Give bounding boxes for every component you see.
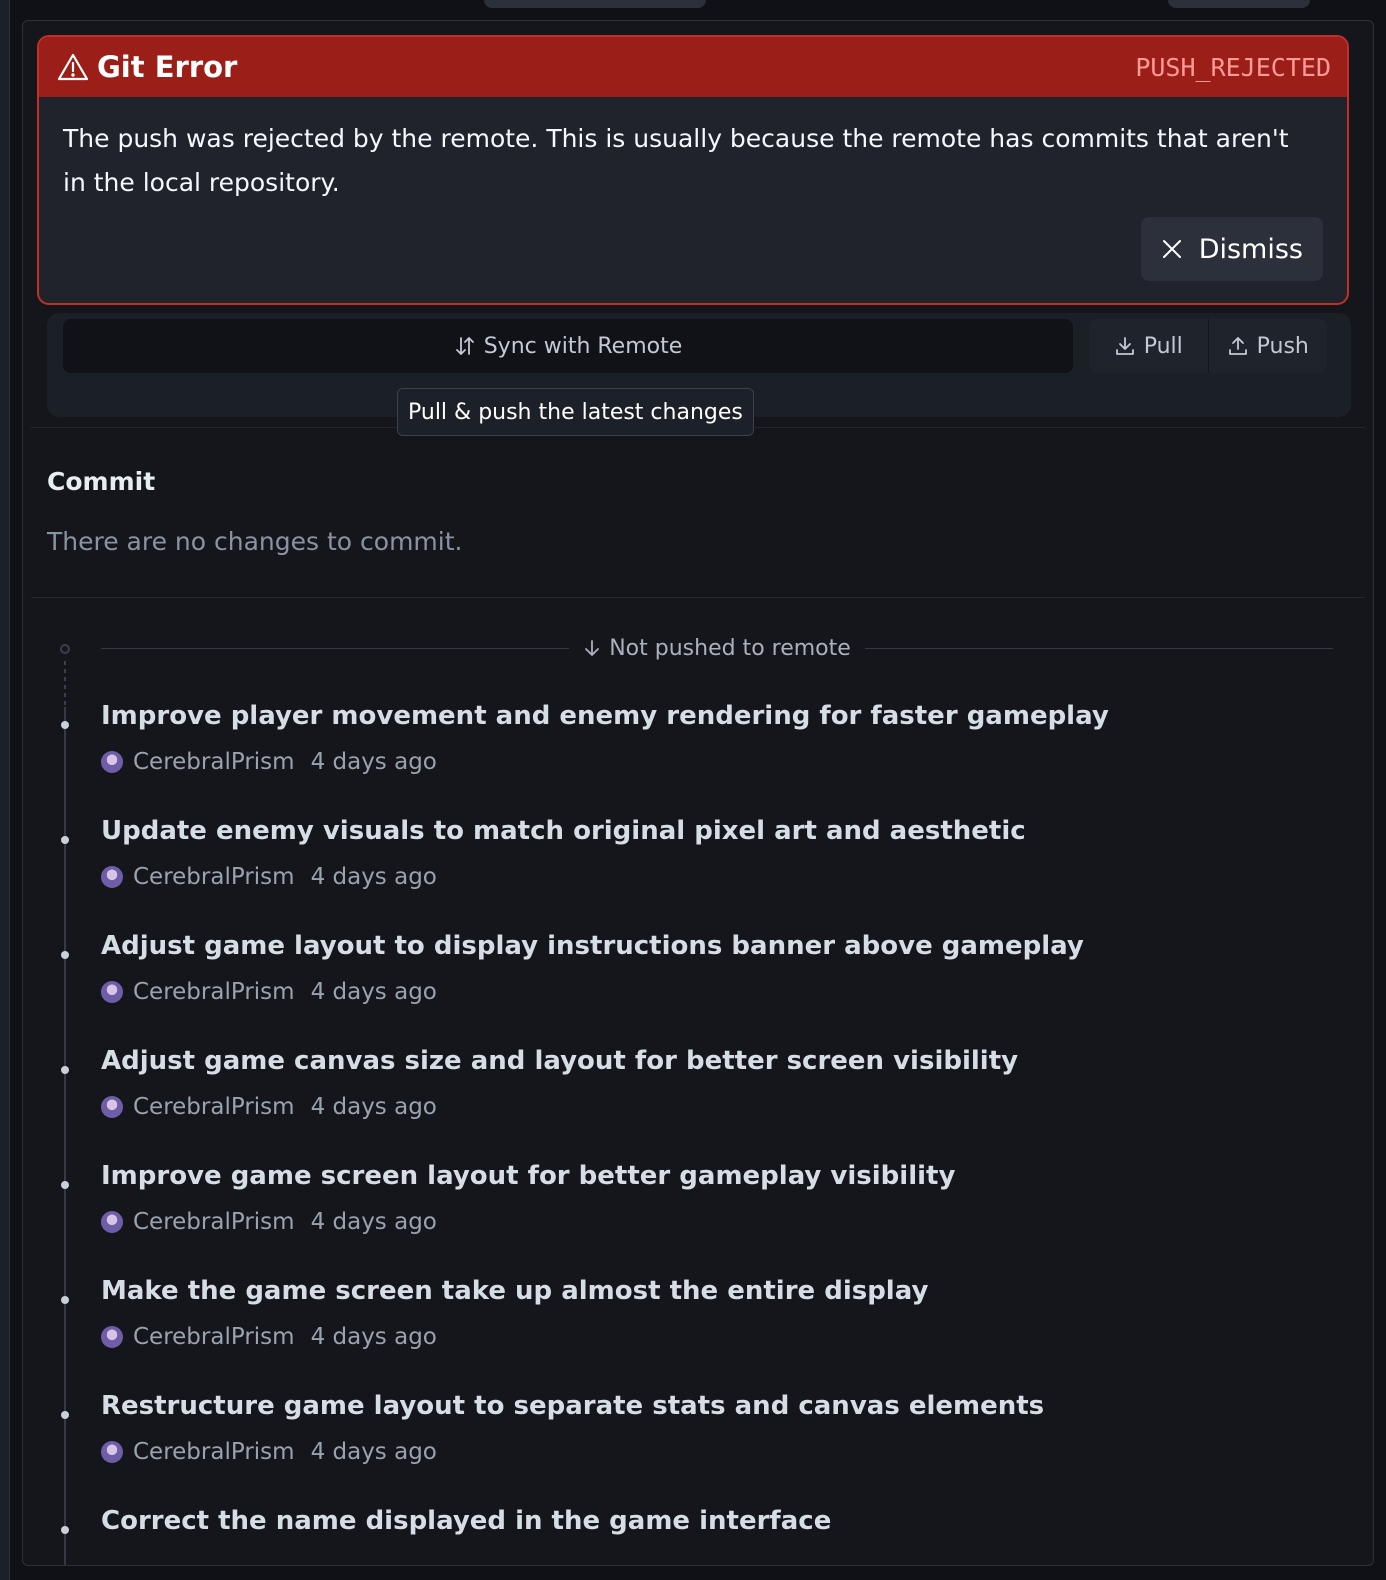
commit-meta: CerebralPrism 4 days ago: [101, 1324, 437, 1350]
top-tab-stub: [1168, 0, 1310, 8]
pull-label: Pull: [1143, 333, 1183, 359]
not-pushed-separator: Not pushed to remote: [101, 633, 1334, 663]
commit-dot: [61, 1411, 69, 1419]
push-label: Push: [1256, 333, 1309, 359]
commit-item[interactable]: Correct the name displayed in the game i…: [23, 1506, 1373, 1565]
section-divider: [31, 597, 1365, 598]
commit-meta: CerebralPrism 4 days ago: [101, 1209, 437, 1235]
sync-label: Sync with Remote: [483, 333, 683, 359]
commit-item[interactable]: Make the game screen take up almost the …: [23, 1276, 1373, 1392]
commit-message: Restructure game layout to separate stat…: [101, 1391, 1045, 1421]
error-code: PUSH_REJECTED: [1135, 52, 1331, 82]
error-header: Git Error PUSH_REJECTED: [39, 37, 1347, 97]
commit-author: CerebralPrism: [133, 1094, 295, 1120]
commit-message: Improve player movement and enemy render…: [101, 701, 1109, 731]
error-title-group: Git Error: [57, 50, 237, 84]
avatar: [101, 751, 123, 773]
commit-item[interactable]: Update enemy visuals to match original p…: [23, 816, 1373, 932]
download-icon: [1115, 337, 1134, 355]
arrow-down-icon: [585, 640, 600, 656]
close-icon: [1162, 240, 1181, 258]
left-edge-panel: [0, 0, 10, 1580]
pull-push-group: Pull Push: [1089, 319, 1327, 373]
avatar: [101, 1096, 123, 1118]
commit-message: Correct the name displayed in the game i…: [101, 1506, 832, 1536]
no-changes-message: There are no changes to commit.: [47, 527, 463, 556]
commit-author: CerebralPrism: [133, 749, 295, 775]
commit-time: 4 days ago: [310, 1324, 437, 1350]
commit-meta: CerebralPrism 4 days ago: [101, 749, 437, 775]
sync-with-remote-button[interactable]: Sync with Remote: [63, 319, 1073, 373]
commit-meta: CerebralPrism 4 days ago: [101, 1439, 437, 1465]
dismiss-label: Dismiss: [1198, 233, 1303, 265]
push-button[interactable]: Push: [1207, 319, 1328, 373]
dismiss-button[interactable]: Dismiss: [1140, 217, 1323, 281]
commit-author: CerebralPrism: [133, 864, 295, 890]
commit-time: 4 days ago: [310, 1439, 437, 1465]
separator-label-group: Not pushed to remote: [583, 636, 851, 661]
commit-item[interactable]: Improve player movement and enemy render…: [23, 701, 1373, 817]
commit-message: Update enemy visuals to match original p…: [101, 816, 1026, 846]
avatar: [101, 1326, 123, 1348]
commit-item[interactable]: Restructure game layout to separate stat…: [23, 1391, 1373, 1507]
commit-message: Adjust game layout to display instructio…: [101, 931, 1084, 961]
commit-time: 4 days ago: [310, 1094, 437, 1120]
warning-icon: [57, 53, 89, 81]
timeline-start-node: [60, 644, 70, 654]
error-message: The push was rejected by the remote. Thi…: [63, 124, 1289, 197]
git-error-dialog: Git Error PUSH_REJECTED The push was rej…: [37, 35, 1349, 305]
separator-line: [101, 647, 570, 649]
commit-dot: [61, 1526, 69, 1534]
avatar: [101, 1211, 123, 1233]
upload-icon: [1228, 337, 1247, 355]
commit-message: Improve game screen layout for better ga…: [101, 1161, 956, 1191]
separator-label: Not pushed to remote: [609, 635, 851, 661]
commit-author: CerebralPrism: [133, 979, 295, 1005]
sync-arrows-icon: [455, 337, 474, 355]
commit-author: CerebralPrism: [133, 1209, 295, 1235]
commit-time: 4 days ago: [310, 749, 437, 775]
commit-dot: [61, 1296, 69, 1304]
pull-button[interactable]: Pull: [1089, 319, 1208, 373]
commit-author: CerebralPrism: [133, 1324, 295, 1350]
commit-dot: [61, 951, 69, 959]
commit-time: 4 days ago: [310, 864, 437, 890]
avatar: [101, 981, 123, 1003]
error-title: Git Error: [97, 50, 238, 84]
commit-message: Make the game screen take up almost the …: [101, 1276, 929, 1306]
commit-message: Adjust game canvas size and layout for b…: [101, 1046, 1019, 1076]
commit-dot: [61, 1066, 69, 1074]
commit-item[interactable]: Adjust game canvas size and layout for b…: [23, 1046, 1373, 1162]
commit-author: CerebralPrism: [133, 1439, 295, 1465]
commit-dot: [61, 1181, 69, 1189]
commit-item[interactable]: Adjust game layout to display instructio…: [23, 931, 1373, 1047]
top-tab-stub: [484, 0, 706, 8]
commit-meta: CerebralPrism 4 days ago: [101, 1094, 437, 1120]
timeline-dashed-segment: [64, 657, 66, 707]
separator-line: [864, 647, 1334, 649]
commit-dot: [61, 836, 69, 844]
commit-item[interactable]: Improve game screen layout for better ga…: [23, 1161, 1373, 1277]
avatar: [101, 866, 123, 888]
commit-section-title: Commit: [47, 467, 156, 496]
avatar: [101, 1441, 123, 1463]
commit-time: 4 days ago: [310, 1209, 437, 1235]
commit-meta: CerebralPrism 4 days ago: [101, 979, 437, 1005]
commit-time: 4 days ago: [310, 979, 437, 1005]
commit-dot: [61, 721, 69, 729]
commit-meta: CerebralPrism 4 days ago: [101, 864, 437, 890]
sync-tooltip: Pull & push the latest changes: [397, 388, 754, 436]
